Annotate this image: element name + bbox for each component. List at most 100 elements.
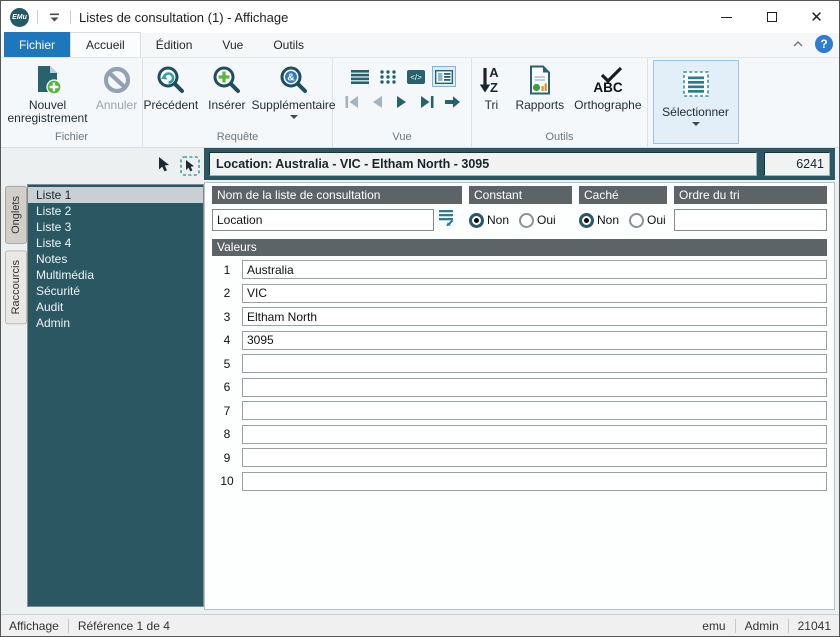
tabs-sidebar: Liste 1 Liste 2 Liste 3 Liste 4 Notes Mu… (27, 184, 204, 607)
title-bar: EMu Listes de consultation (1) - Afficha… (1, 1, 839, 33)
tab-fichier[interactable]: Fichier (4, 32, 71, 57)
hidden-non-radio[interactable] (579, 212, 594, 228)
side-tab-raccourcis[interactable]: Raccourcis (5, 249, 27, 325)
lookup-list-icon[interactable] (438, 208, 456, 232)
value-row-number: 7 (223, 403, 231, 418)
grid-view-icon[interactable] (376, 66, 400, 87)
sidebar-item[interactable]: Liste 3 (28, 219, 203, 235)
insert-button[interactable]: Insérer (204, 60, 249, 112)
sort-az-icon: AZ (477, 63, 505, 97)
ribbon: Nouvel enregistrement Annuler Fichier Pr… (1, 58, 839, 148)
previous-query-button[interactable]: Précédent (139, 60, 202, 112)
value-row: 4 (212, 330, 827, 350)
help-button[interactable]: ? (815, 35, 833, 53)
tab-outils[interactable]: Outils (258, 32, 319, 57)
last-record-icon[interactable] (417, 93, 438, 111)
insert-search-icon (211, 63, 243, 97)
value-input[interactable] (242, 283, 827, 303)
next-record-icon[interactable] (392, 93, 413, 111)
hidden-oui-radio[interactable] (629, 212, 645, 228)
pointer-toolbar (1, 148, 204, 184)
value-input[interactable] (242, 354, 827, 373)
close-button[interactable]: ✕ (794, 1, 839, 33)
sidebar-item[interactable]: Liste 1 (28, 187, 203, 203)
value-row: 6 (212, 377, 827, 397)
spellcheck-button[interactable]: ABC Orthographe (570, 60, 645, 112)
record-header-bar: Location: Australia - VIC - Eltham North… (204, 148, 835, 180)
value-row: 9 (212, 448, 827, 467)
collapse-ribbon-icon[interactable] (790, 36, 806, 52)
select-button[interactable]: Sélectionner (652, 60, 739, 144)
cancel-button[interactable]: Annuler (94, 60, 140, 112)
sort-order-input[interactable] (674, 209, 827, 231)
sort-button[interactable]: AZ Tri (473, 60, 509, 112)
value-row-number: 9 (223, 450, 231, 465)
group-label-vue: Vue (392, 131, 412, 143)
goto-record-icon[interactable] (442, 93, 463, 111)
additional-query-button[interactable]: & Supplémentaire (252, 60, 336, 119)
tab-accueil[interactable]: Accueil (70, 32, 141, 57)
ribbon-group-vue: </> Vue (333, 58, 472, 147)
tab-vue[interactable]: Vue (207, 32, 258, 57)
side-tab-strip: Onglets Raccourcis (1, 184, 27, 607)
value-input[interactable] (242, 307, 827, 326)
sidebar-item[interactable]: Audit (28, 299, 203, 315)
first-record-icon[interactable] (342, 93, 363, 111)
value-input[interactable] (242, 330, 827, 350)
constant-non-radio[interactable] (469, 212, 484, 228)
sidebar-item[interactable]: Admin (28, 315, 203, 331)
maximize-button[interactable] (749, 1, 794, 33)
value-input[interactable] (242, 377, 827, 397)
value-row: 2 (212, 283, 827, 303)
value-input[interactable] (242, 401, 827, 420)
select-pointer-tool-icon[interactable] (180, 156, 200, 181)
sidebar-item[interactable]: Multimédia (28, 267, 203, 283)
quick-access-dropdown-icon[interactable] (46, 9, 62, 25)
code-view-icon[interactable]: </> (404, 66, 428, 87)
list-view-icon[interactable] (348, 66, 372, 87)
value-row-number: 6 (223, 380, 231, 394)
sort-order-column-header: Ordre du tri (674, 186, 827, 204)
status-user: emu (702, 618, 726, 633)
report-document-icon (527, 63, 553, 97)
value-row-number: 1 (223, 262, 231, 277)
ribbon-group-select: Sélectionner (648, 58, 743, 147)
value-row-number: 4 (223, 333, 231, 347)
sidebar-item[interactable]: Liste 2 (28, 203, 203, 219)
group-label-requete: Requête (216, 131, 259, 143)
reports-button[interactable]: Rapports (511, 60, 568, 112)
details-view-icon[interactable] (432, 66, 456, 87)
name-column-header: Nom de la liste de consultation (212, 186, 462, 204)
additional-search-icon: & (278, 63, 310, 97)
tab-edition[interactable]: Édition (141, 32, 208, 57)
value-row-number: 10 (220, 474, 234, 488)
value-row-number: 5 (223, 356, 231, 371)
list-name-input[interactable] (212, 209, 434, 231)
value-input[interactable] (242, 448, 827, 467)
window-title: Listes de consultation (1) - Affichage (79, 9, 289, 25)
group-label-outils: Outils (545, 131, 574, 143)
form-panel: Nom de la liste de consultation Constant… (204, 182, 835, 610)
dropdown-arrow-icon (289, 115, 298, 119)
value-row: 1 (212, 260, 827, 279)
values-section-header: Valeurs (212, 239, 827, 256)
constant-oui-radio[interactable] (519, 212, 535, 228)
value-input[interactable] (242, 260, 827, 279)
value-input[interactable] (242, 424, 827, 444)
ribbon-group-fichier: Nouvel enregistrement Annuler Fichier (1, 58, 143, 147)
sidebar-item[interactable]: Sécurité (28, 283, 203, 299)
status-record-id: 21041 (797, 618, 831, 633)
minimize-button[interactable] (704, 1, 749, 33)
pointer-tool-icon[interactable] (156, 156, 171, 178)
record-number: 6241 (764, 152, 830, 176)
svg-text:Z: Z (490, 80, 498, 95)
sidebar-item[interactable]: Notes (28, 251, 203, 267)
new-record-button[interactable]: Nouvel enregistrement (3, 60, 91, 125)
svg-text:&: & (287, 73, 294, 84)
previous-record-icon[interactable] (367, 93, 388, 111)
value-input[interactable] (242, 471, 827, 491)
value-row: 3 (212, 307, 827, 326)
value-row-number: 3 (223, 309, 231, 324)
side-tab-onglets[interactable]: Onglets (5, 186, 27, 244)
sidebar-item[interactable]: Liste 4 (28, 235, 203, 251)
